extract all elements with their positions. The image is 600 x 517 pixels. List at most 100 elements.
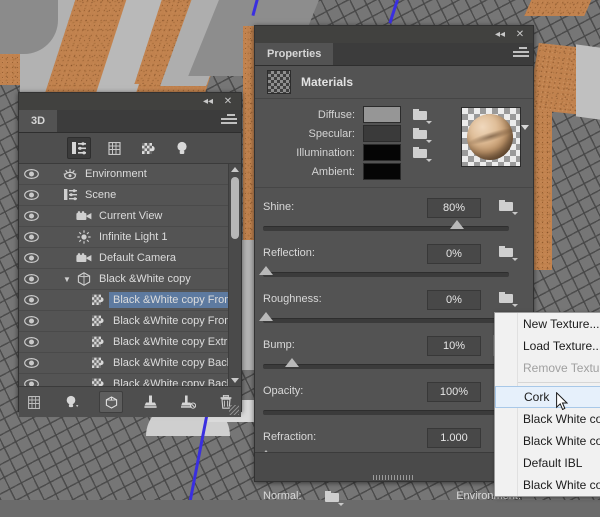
tree-row-0[interactable]: Environment xyxy=(19,164,241,185)
panel-menu-icon[interactable] xyxy=(513,47,529,61)
tree-row-1[interactable]: Scene xyxy=(19,185,241,206)
properties-tabstrip[interactable]: Properties xyxy=(255,43,533,66)
tree-row-3[interactable]: Infinite Light 1 xyxy=(19,227,241,248)
material-preview-thumbnail[interactable] xyxy=(461,107,521,167)
resize-grip[interactable] xyxy=(373,475,415,480)
tree-row-5[interactable]: ▼ Black &White copy xyxy=(19,269,241,290)
visibility-toggle-icon[interactable] xyxy=(19,274,43,284)
menu-item-0[interactable]: New Texture... xyxy=(495,313,600,335)
visibility-toggle-icon[interactable] xyxy=(19,232,43,242)
panel-resize-handle[interactable] xyxy=(229,405,239,415)
3d-bottom-toolbar[interactable] xyxy=(19,386,241,417)
properties-title-bar[interactable]: ◂◂ ✕ xyxy=(255,26,533,43)
opacity-slider-track[interactable] xyxy=(263,410,509,415)
tree-row-6[interactable]: Black &White copy Front ... xyxy=(19,290,241,311)
scroll-down-icon[interactable] xyxy=(231,378,239,383)
tree-row-2[interactable]: Current View xyxy=(19,206,241,227)
add-mesh-icon[interactable] xyxy=(23,392,45,412)
roughness-value[interactable]: 0% xyxy=(427,290,481,310)
lights-filter-icon[interactable] xyxy=(171,138,193,158)
tree-row-8[interactable]: Black &White copy Extrus... xyxy=(19,332,241,353)
materials-filter-icon[interactable] xyxy=(137,138,159,158)
scrollbar-thumb[interactable] xyxy=(231,177,239,239)
tree-row-10[interactable]: Black &White copy Back I... xyxy=(19,374,241,386)
close-icon[interactable]: ✕ xyxy=(513,28,527,41)
reflection-slider-track[interactable] xyxy=(263,272,509,277)
materials-header: Materials xyxy=(255,66,533,99)
tree-scrollbar[interactable] xyxy=(228,164,241,386)
collapse-icon[interactable]: ◂◂ xyxy=(493,28,507,41)
shine-value[interactable]: 80% xyxy=(427,198,481,218)
roughness-slider-thumb[interactable] xyxy=(259,312,273,321)
normal-row[interactable]: Normal: Environment: xyxy=(255,479,533,517)
visibility-toggle-icon[interactable] xyxy=(19,190,43,200)
illumination-swatch[interactable] xyxy=(363,144,401,161)
slider-row-bump[interactable]: Bump: 10% xyxy=(255,335,533,382)
add-material-icon[interactable] xyxy=(99,391,123,413)
diffuse-swatch[interactable] xyxy=(363,106,401,123)
visibility-toggle-icon[interactable] xyxy=(19,316,43,326)
refraction-value[interactable]: 1.000 xyxy=(427,428,481,448)
3d-tabstrip[interactable]: 3D xyxy=(19,110,241,133)
bump-value[interactable]: 10% xyxy=(427,336,481,356)
menu-item-3[interactable]: Cork xyxy=(495,386,600,408)
visibility-toggle-icon[interactable] xyxy=(19,379,43,386)
properties-panel[interactable]: ◂◂ ✕ Properties Materials Diffuse: Specu… xyxy=(254,25,534,506)
visibility-toggle-icon[interactable] xyxy=(19,358,43,368)
environment-icon xyxy=(59,168,81,181)
normal-folder-icon[interactable] xyxy=(325,491,344,506)
slider-row-shine[interactable]: Shine: 80% xyxy=(255,198,533,244)
panel-menu-icon[interactable] xyxy=(221,114,237,128)
diffuse-folder-icon[interactable] xyxy=(413,109,432,124)
scene-filter-icon[interactable] xyxy=(67,137,91,159)
3d-scene-tree[interactable]: Environment Scene Current View Infinite Lig… xyxy=(19,164,241,386)
reflection-folder-icon[interactable] xyxy=(499,246,518,261)
visibility-toggle-icon[interactable] xyxy=(19,211,43,221)
slider-row-opacity[interactable]: Opacity: 100% xyxy=(255,382,533,428)
bump-slider-thumb[interactable] xyxy=(285,358,299,367)
opacity-value[interactable]: 100% xyxy=(427,382,481,402)
tab-properties[interactable]: Properties xyxy=(255,43,334,65)
roughness-slider-track[interactable] xyxy=(263,318,509,323)
menu-item-1[interactable]: Load Texture... xyxy=(495,335,600,357)
3d-filter-toolbar[interactable] xyxy=(19,133,241,164)
visibility-toggle-icon[interactable] xyxy=(19,337,43,347)
tab-3d[interactable]: 3D xyxy=(19,110,58,132)
specular-label: Specular: xyxy=(308,127,355,140)
3d-panel[interactable]: ◂◂ ✕ 3D Environment Scene Current View Infi… xyxy=(18,92,242,417)
menu-item-7[interactable]: Black White copy xyxy=(495,474,600,496)
reflection-slider-thumb[interactable] xyxy=(259,266,273,275)
shine-slider-thumb[interactable] xyxy=(450,220,464,229)
shine-slider-track[interactable] xyxy=(263,226,509,231)
scroll-up-icon[interactable] xyxy=(231,167,239,172)
roughness-folder-icon[interactable] xyxy=(499,292,518,307)
preview-dropdown-caret-icon[interactable] xyxy=(521,125,529,130)
add-light-icon[interactable] xyxy=(61,392,83,412)
remove-ground-plane-icon[interactable] xyxy=(177,392,199,412)
slider-row-reflection[interactable]: Reflection: 0% xyxy=(255,244,533,290)
visibility-toggle-icon[interactable] xyxy=(19,253,43,263)
mesh-filter-icon[interactable] xyxy=(103,138,125,158)
shine-folder-icon[interactable] xyxy=(499,200,518,215)
menu-item-5[interactable]: Black White copy xyxy=(495,430,600,452)
specular-swatch[interactable] xyxy=(363,125,401,142)
menu-item-6[interactable]: Default IBL xyxy=(495,452,600,474)
collapse-icon[interactable]: ◂◂ xyxy=(201,95,215,108)
slider-row-roughness[interactable]: Roughness: 0% xyxy=(255,290,533,336)
bump-slider-track[interactable] xyxy=(263,364,509,369)
3d-title-bar[interactable]: ◂◂ ✕ xyxy=(19,93,241,110)
ambient-swatch[interactable] xyxy=(363,163,401,180)
tree-row-7[interactable]: Black &White copy Front ... xyxy=(19,311,241,332)
illumination-folder-icon[interactable] xyxy=(413,147,432,162)
close-icon[interactable]: ✕ xyxy=(221,95,235,108)
ground-plane-icon[interactable] xyxy=(139,392,161,412)
visibility-toggle-icon[interactable] xyxy=(19,295,43,305)
specular-folder-icon[interactable] xyxy=(413,128,432,143)
reflection-value[interactable]: 0% xyxy=(427,244,481,264)
tree-row-4[interactable]: Default Camera xyxy=(19,248,241,269)
tree-row-9[interactable]: Black &White copy Back ... xyxy=(19,353,241,374)
disclosure-triangle-icon[interactable]: ▼ xyxy=(61,275,73,284)
visibility-toggle-icon[interactable] xyxy=(19,169,43,179)
texture-context-menu[interactable]: New Texture... Load Texture... Remove Text… xyxy=(494,312,600,497)
menu-item-4[interactable]: Black White copy xyxy=(495,408,600,430)
